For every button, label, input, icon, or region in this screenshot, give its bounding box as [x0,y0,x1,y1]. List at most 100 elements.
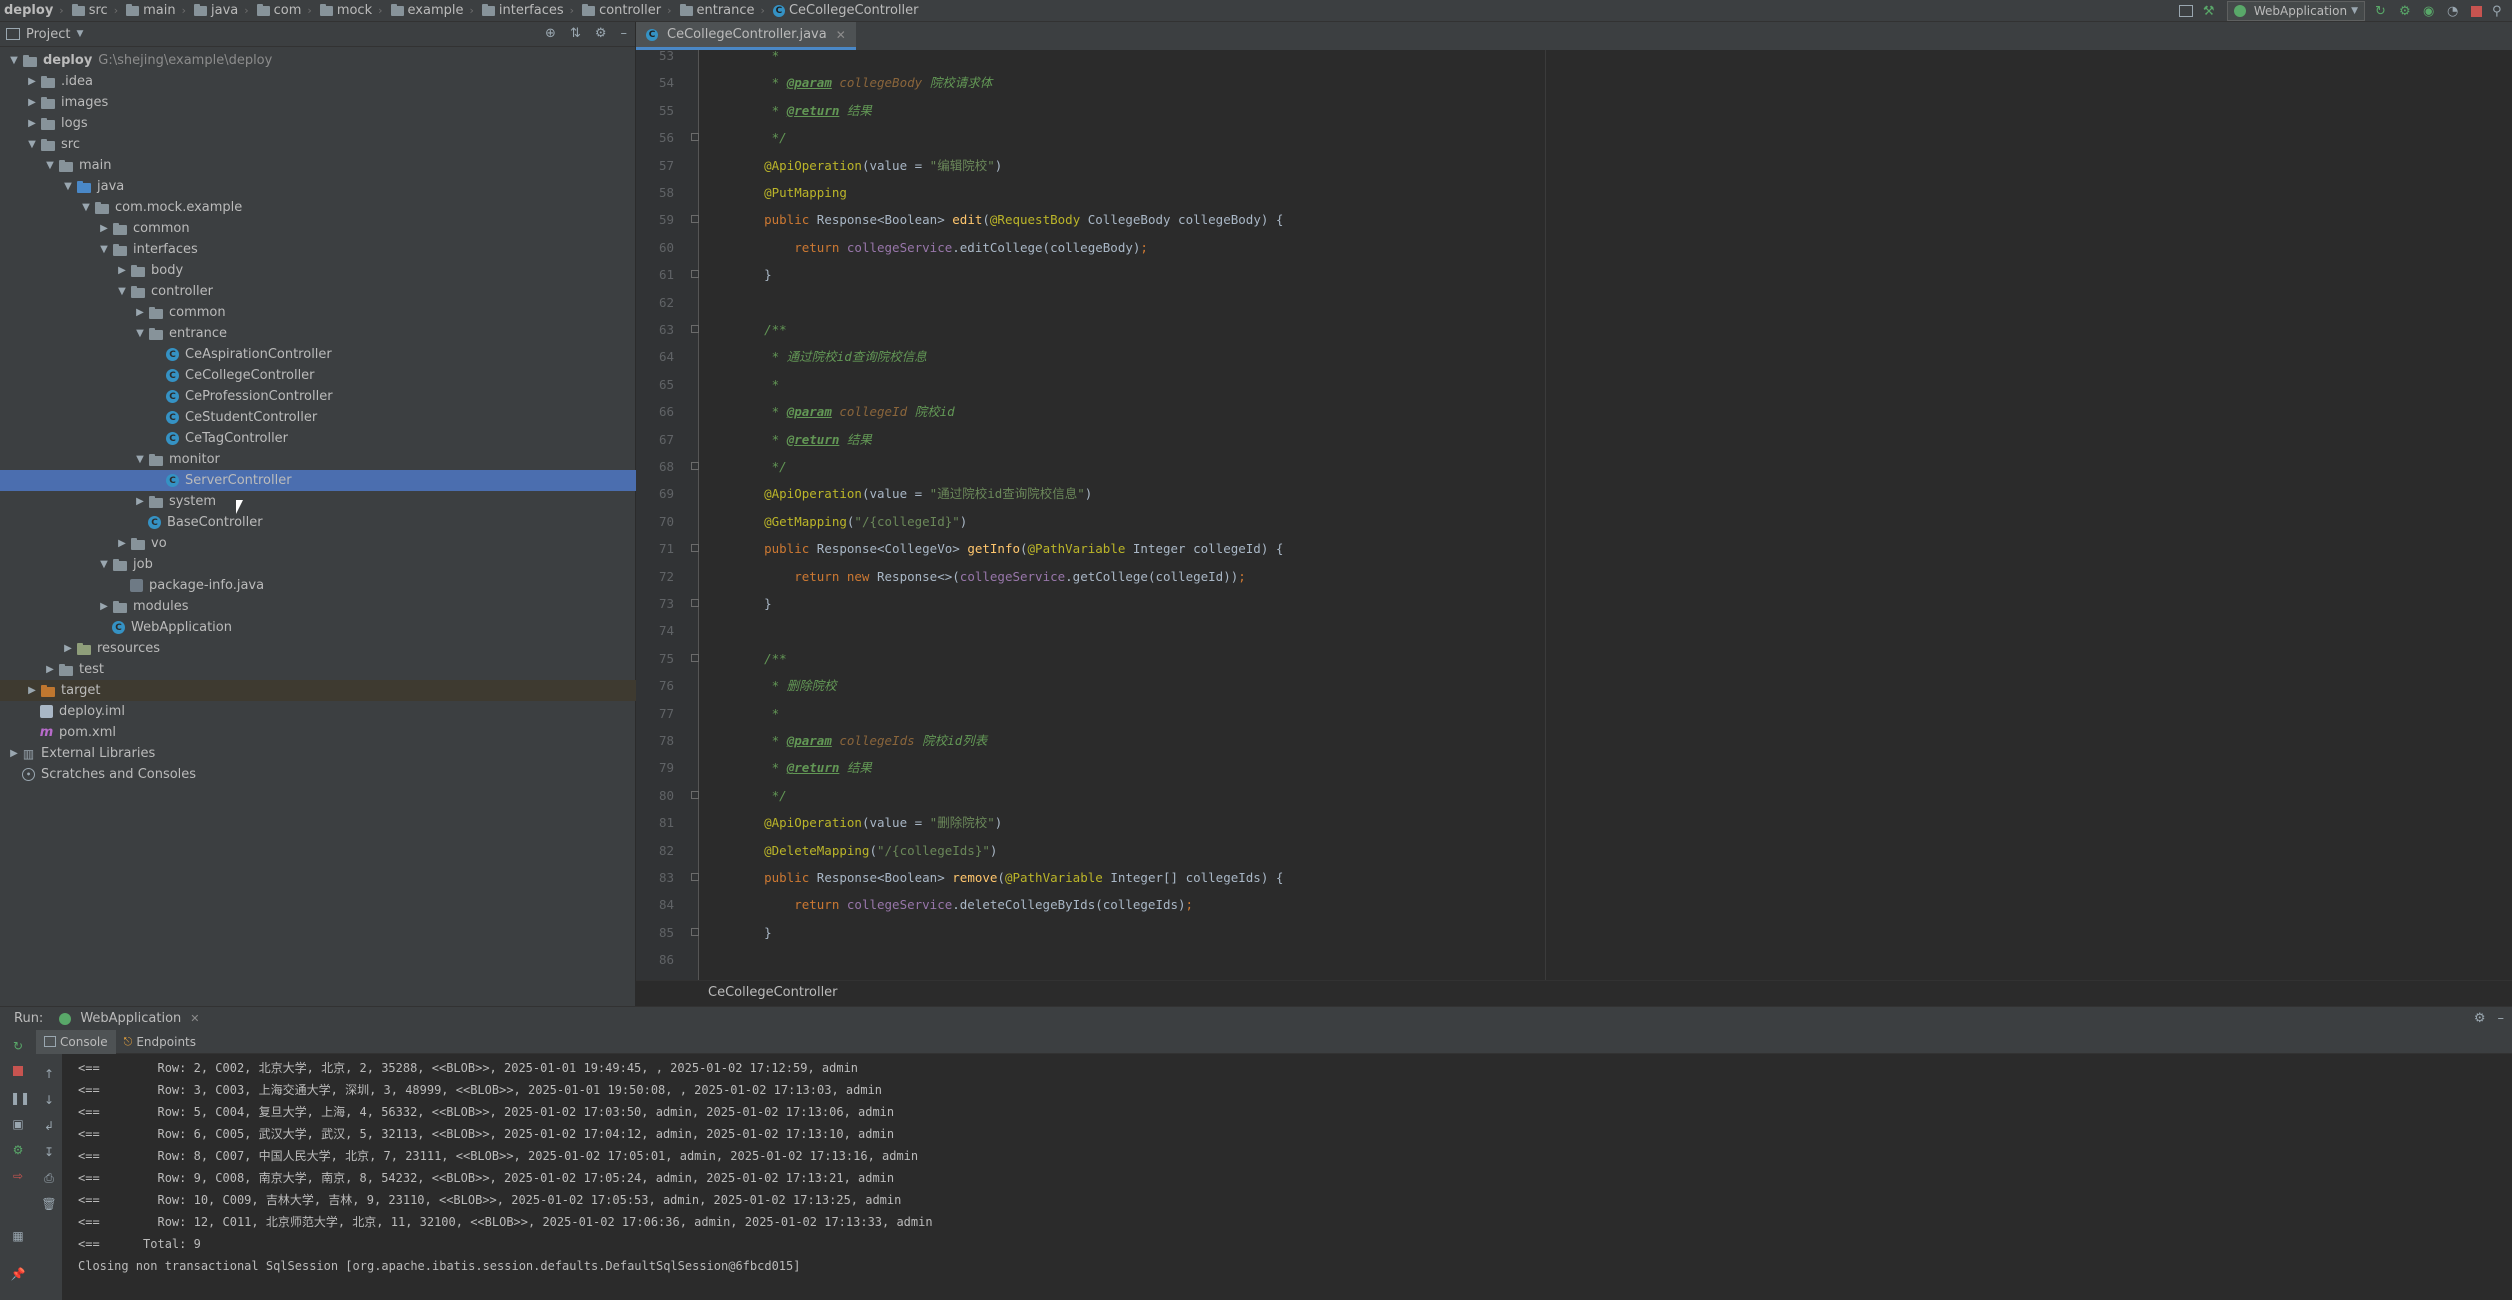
tree-item[interactable]: ▶ modules [0,596,636,617]
tree-item[interactable]: ▶ resources [0,638,636,659]
tab-console[interactable]: Console [36,1029,116,1054]
tree-item[interactable]: • Scratches and Consoles [0,764,636,785]
tree-item[interactable]: ▶ logs [0,113,636,134]
chevron-right-icon[interactable]: ▶ [96,601,112,612]
chevron-down-icon[interactable]: ▼ [60,181,76,192]
locate-file-icon[interactable]: ⊕ [545,26,556,41]
soft-wrap-icon[interactable]: ↲ [41,1118,57,1134]
breadcrumb-item[interactable]: entrance › [676,0,769,22]
breadcrumb-item[interactable]: main › [122,0,190,22]
tree-item[interactable]: ▼ interfaces [0,239,636,260]
chevron-right-icon[interactable]: ▶ [24,685,40,696]
fold-marker-icon[interactable] [691,325,699,333]
stop-icon[interactable] [10,1064,26,1080]
rerun-icon[interactable]: ↻ [10,1038,26,1054]
tree-item[interactable]: package-info.java [0,575,636,596]
tree-item[interactable]: C CeProfessionController [0,386,636,407]
trash-icon[interactable]: 🗑 [41,1196,57,1212]
tree-item[interactable]: ▶ common [0,302,636,323]
chevron-down-icon[interactable]: ▼ [114,286,130,297]
breadcrumb-item[interactable]: mock › [316,0,387,22]
tree-item[interactable]: ▼ entrance [0,323,636,344]
tree-item[interactable]: ▶ .idea [0,71,636,92]
pause-icon[interactable]: ❚❚ [10,1090,30,1106]
code-editor[interactable]: 53 * 54 * @param collegeBody 院校请求体 55 * @r… [636,50,2512,980]
tree-item[interactable]: deploy.iml [0,701,636,722]
console-output[interactable]: <== Row: 2, C002, 北京大学, 北京, 2, 35288, <<… [62,1054,2512,1300]
run-tab-webapplication[interactable]: WebApplication ✕ [53,1007,205,1031]
fold-marker-icon[interactable] [691,653,699,662]
tree-item[interactable]: ▶ body [0,260,636,281]
arrow-up-icon[interactable]: ↑ [41,1066,57,1082]
tree-item[interactable]: m pom.xml [0,722,636,743]
camera-icon[interactable]: ▣ [10,1116,26,1132]
breadcrumb-item[interactable]: com › [253,0,316,22]
chevron-right-icon[interactable]: ▶ [132,307,148,318]
stop-icon[interactable] [2471,5,2482,17]
chevron-right-icon[interactable]: ▶ [114,265,130,276]
chevron-right-icon[interactable]: ▶ [60,643,76,654]
fold-marker-icon[interactable] [691,462,699,470]
debug-icon[interactable]: ⚙ [2399,4,2413,19]
tab-endpoints[interactable]: ⎋ Endpoints [116,1030,204,1054]
arrow-down-icon[interactable]: ↓ [41,1092,57,1108]
fold-marker-icon[interactable] [691,544,699,553]
coverage-icon[interactable]: ◉ [2423,4,2437,19]
print-icon[interactable]: ⎙ [41,1170,57,1186]
tree-item[interactable]: ▼ deploy G:\shejing\example\deploy [0,50,636,71]
layout-icon[interactable] [2178,5,2193,17]
breadcrumb-item[interactable]: src › [68,0,122,22]
build-hammer-icon[interactable]: ⚒ [2203,4,2217,19]
tree-item[interactable]: C CeTagController [0,428,636,449]
tree-item[interactable]: C WebApplication [0,617,636,638]
tree-item[interactable]: ▶ vo [0,533,636,554]
chevron-right-icon[interactable]: ▶ [96,223,112,234]
chevron-down-icon[interactable]: ▼ [96,244,112,255]
tree-item[interactable]: ▼ monitor [0,449,636,470]
gear-icon[interactable]: ⚙ [2474,1011,2486,1026]
layout-icon[interactable]: ▦ [10,1228,26,1244]
scroll-to-end-icon[interactable]: ↧ [41,1144,57,1160]
tree-item[interactable]: C CeStudentController [0,407,636,428]
chevron-right-icon[interactable]: ▶ [42,664,58,675]
editor-tab-cecollegecontroller[interactable]: C CeCollegeController.java ✕ [636,22,856,50]
chevron-right-icon[interactable]: ▶ [114,538,130,549]
run-configuration-select[interactable]: WebApplication ▼ [2226,1,2365,21]
tree-item[interactable]: C BaseController [0,512,636,533]
chevron-right-icon[interactable]: ▶ [24,97,40,108]
tree-item[interactable]: ▶ common [0,218,636,239]
breadcrumb-item[interactable]: java › [190,0,253,22]
tree-item[interactable]: ▼ src [0,134,636,155]
chevron-down-icon[interactable]: ▼ [24,139,40,150]
tree-item[interactable]: ▶ ▥ External Libraries [0,743,636,764]
project-view-select[interactable]: Project [26,27,70,42]
pin-icon[interactable]: 📌 [10,1266,26,1282]
chevron-down-icon[interactable]: ▼ [78,202,94,213]
editor-breadcrumb[interactable]: CeCollegeController [636,980,2512,1004]
chevron-right-icon[interactable]: ▶ [24,76,40,87]
tree-item[interactable]: ▼ controller [0,281,636,302]
tree-item[interactable]: ▶ system [0,491,636,512]
chevron-down-icon[interactable]: ▼ [96,559,112,570]
profile-icon[interactable]: ◔ [2447,4,2461,19]
fold-marker-icon[interactable] [691,873,699,881]
chevron-down-icon[interactable]: ▼ [76,29,83,39]
tree-item[interactable]: C CeCollegeController [0,365,636,386]
close-icon[interactable]: ✕ [190,1012,199,1025]
fold-marker-icon[interactable] [691,599,699,607]
tree-item[interactable]: ▼ com.mock.example [0,197,636,218]
chevron-right-icon[interactable]: ▶ [24,118,40,129]
chevron-right-icon[interactable]: ▶ [132,496,148,507]
breadcrumb-item[interactable]: example › [387,0,478,22]
breadcrumb-item[interactable]: C CeCollegeController [769,0,923,22]
breadcrumb-item[interactable]: deploy › [0,0,68,22]
collapse-all-icon[interactable]: ⇅ [570,26,581,41]
minimize-icon[interactable]: – [621,26,628,41]
rerun-icon[interactable]: ↻ [2375,4,2389,19]
debug-icon[interactable]: ⚙ [10,1142,26,1158]
gear-icon[interactable]: ⚙ [595,26,607,41]
chevron-down-icon[interactable]: ▼ [6,55,22,66]
fold-marker-icon[interactable] [691,133,699,142]
breadcrumb-item[interactable]: interfaces › [478,0,578,22]
search-everywhere-icon[interactable]: ⚲ [2492,4,2506,19]
